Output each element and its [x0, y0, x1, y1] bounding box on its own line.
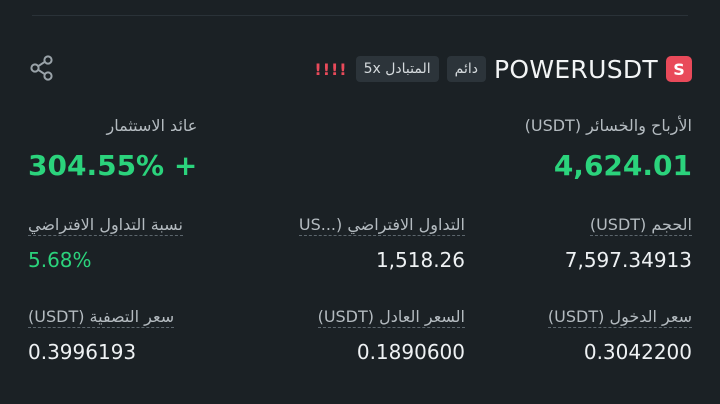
leverage-chip[interactable]: المتبادل 5x — [355, 56, 439, 82]
entry-block: سعر الدخول (USDT) 0.3042200 — [547, 307, 692, 364]
share-icon[interactable] — [28, 54, 56, 82]
virtual-trade-block: التداول الافتراضي (...US 1,518.26 — [298, 215, 465, 272]
pnl-block: الأرباح والخسائر (USDT) 4,624.01 — [525, 116, 692, 182]
entry-label[interactable]: سعر الدخول (USDT) — [547, 307, 692, 328]
liquidation-block: سعر التصفية (USDT) 0.3996193 — [28, 307, 175, 364]
virtual-ratio-label[interactable]: نسبة التداول الافتراضي — [28, 215, 183, 236]
roi-label: عائد الاستثمار — [106, 116, 198, 135]
size-block: الحجم (USDT) 7,597.34913 — [565, 215, 692, 272]
fair-price-label[interactable]: السعر العادل (USDT) — [317, 307, 465, 328]
entry-value: 0.3042200 — [583, 340, 692, 364]
virtual-trade-label[interactable]: التداول الافتراضي (...US — [298, 215, 465, 236]
roi-value: + 304.55% — [28, 149, 198, 182]
liquidation-label[interactable]: سعر التصفية (USDT) — [28, 307, 175, 328]
warning-marks: !!!! — [314, 59, 348, 79]
type-chip: دائم — [446, 56, 486, 82]
size-label[interactable]: الحجم (USDT) — [589, 215, 692, 236]
symbol-title: POWERUSDT — [493, 54, 658, 84]
position-header: !!!! المتبادل 5x دائم POWERUSDT S — [28, 52, 692, 86]
virtual-ratio-value: 5.68% — [28, 248, 92, 272]
roi-block: عائد الاستثمار + 304.55% — [28, 116, 197, 182]
top-divider — [32, 15, 688, 16]
fair-price-block: السعر العادل (USDT) 0.1890600 — [317, 307, 465, 364]
virtual-trade-value: 1,518.26 — [375, 248, 465, 272]
pnl-value: 4,624.01 — [553, 149, 692, 182]
title-group: !!!! المتبادل 5x دائم POWERUSDT S — [314, 52, 692, 86]
fair-price-value: 0.1890600 — [356, 340, 465, 364]
size-value: 7,597.34913 — [564, 248, 692, 272]
liquidation-value: 0.3996193 — [28, 340, 137, 364]
side-badge: S — [666, 56, 692, 82]
pnl-label: الأرباح والخسائر (USDT) — [524, 116, 692, 135]
virtual-ratio-block: نسبة التداول الافتراضي 5.68% — [28, 215, 183, 272]
